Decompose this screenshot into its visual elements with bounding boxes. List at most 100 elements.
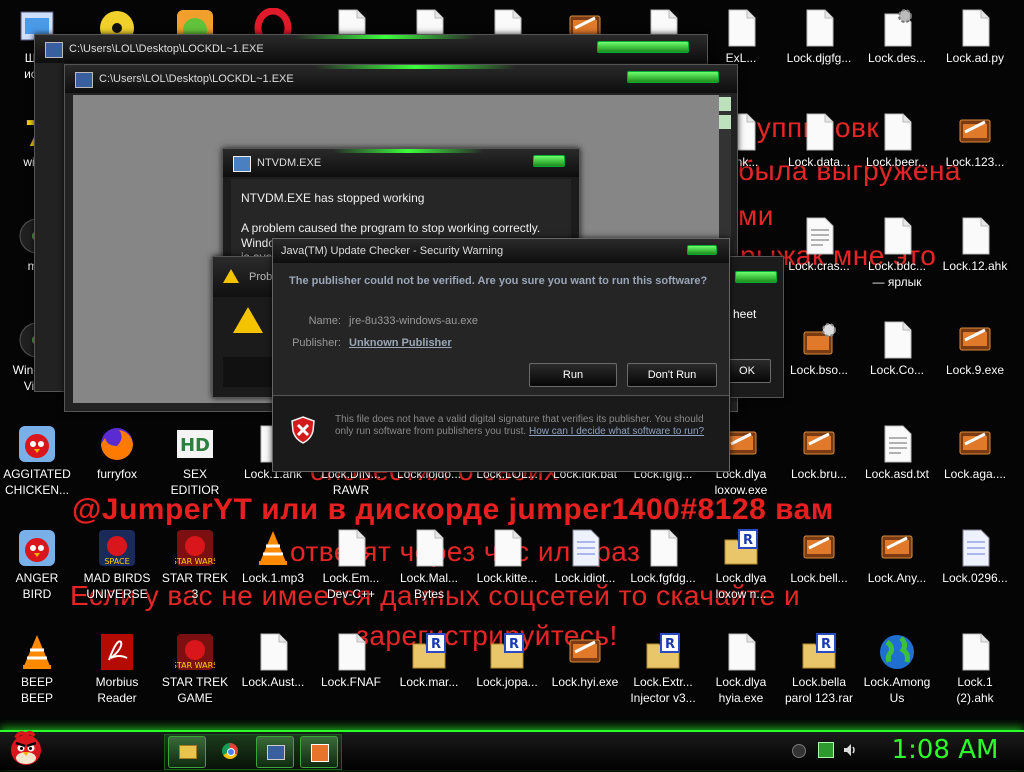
desktop-icon[interactable]: ANGER BIRD (0, 524, 76, 624)
desktop-icon-label: Lock.Extr... Injector v3... (630, 675, 696, 705)
desktop-icon[interactable]: Lock.fgfdg... (624, 524, 702, 624)
doc-icon (799, 216, 839, 256)
desktop-icon[interactable]: Lock.Em... Dev-C++ (312, 524, 390, 624)
desktop-icon[interactable]: Lock.1.mp3 (234, 524, 312, 624)
chrome-taskbar-button[interactable] (212, 736, 248, 766)
page-icon (955, 528, 995, 568)
desktop-icon[interactable]: Lock.beer... (858, 108, 936, 208)
dont-run-button[interactable]: Don't Run (627, 363, 717, 387)
desktop-icon[interactable]: R Lock.Extr... Injector v3... (624, 628, 702, 728)
desktop-icon[interactable]: Lock.aga.... (936, 420, 1014, 520)
pdf-icon (97, 632, 137, 672)
desktop-icon[interactable]: Lock.Aust... (234, 628, 312, 728)
desktop-icon-label: Lock.djgfg... (786, 51, 852, 65)
desktop-icon-label: AGGITATED CHICKEN... (3, 467, 71, 497)
clock[interactable]: 1:08 AM (870, 732, 1020, 768)
desktop-icon[interactable]: Lock.9.exe (936, 316, 1014, 416)
svg-text:R: R (431, 637, 441, 652)
publisher-link[interactable]: Unknown Publisher (349, 337, 452, 349)
network-icon[interactable] (818, 742, 834, 758)
show-hidden-icons[interactable] (792, 744, 806, 758)
desktop-icon[interactable]: Lock.bru... (780, 420, 858, 520)
title-bar[interactable]: Java(TM) Update Checker - Security Warni… (273, 239, 729, 263)
desktop-icon[interactable]: Lock.Co... (858, 316, 936, 416)
file-icon (877, 112, 917, 152)
volume-icon[interactable] (842, 742, 858, 758)
vlc-icon (17, 632, 57, 672)
title-bar[interactable]: C:\Users\LOL\Desktop\LOCKDL~1.EXE (65, 65, 737, 93)
console-icon (267, 745, 285, 760)
desktop-icon[interactable]: STAR WARS STAR TREK 3 (156, 524, 234, 624)
window-title: C:\Users\LOL\Desktop\LOCKDL~1.EXE (69, 43, 264, 55)
desktop-icon[interactable]: Lock.123... (936, 108, 1014, 208)
desktop-icon[interactable]: Lock.Any... (858, 524, 936, 624)
desktop-icon[interactable]: Lock.asd.txt (858, 420, 936, 520)
scroll-up-button[interactable] (719, 97, 731, 111)
name-value: jre-8u333-windows-au.exe (349, 315, 479, 327)
desktop-icon[interactable]: R Lock.dlya loxow n... (702, 524, 780, 624)
desktop-icon[interactable]: Lock.hyi.exe (546, 628, 624, 728)
desktop-icon[interactable]: Lock.des... (858, 4, 936, 104)
desktop-icon[interactable]: Lock.cras... (780, 212, 858, 312)
explorer-taskbar-button[interactable] (168, 736, 206, 768)
title-bar[interactable]: NTVDM.EXE (223, 149, 579, 177)
desktop-icon[interactable]: Lock.FNAF (312, 628, 390, 728)
lockdl-taskbar-button[interactable] (256, 736, 294, 768)
desktop-icon-label: Lock.12.ahk (942, 259, 1008, 273)
desktop-icon[interactable]: Lock.ad.py (936, 4, 1014, 104)
desktop-icon[interactable]: Lock.bso... (780, 316, 858, 416)
desktop-icon[interactable]: Lock.idiot... (546, 524, 624, 624)
window-controls[interactable] (627, 71, 719, 83)
ok-button[interactable]: OK (723, 359, 771, 383)
desktop-icon[interactable]: Lock.data... (780, 108, 858, 208)
svg-text:R: R (743, 533, 753, 548)
how-decide-link[interactable]: How can I decide what software to run? (529, 426, 704, 437)
desktop-icon[interactable]: Lock.0296... (936, 524, 1014, 624)
scroll-thumb[interactable] (719, 115, 731, 129)
desktop-icon[interactable]: Lock.djgfg... (780, 4, 858, 104)
desktop-icon[interactable]: R Lock.mar... (390, 628, 468, 728)
desktop-icon[interactable]: Lock.bdc... — ярлык (858, 212, 936, 312)
desktop-icon[interactable]: BEEP BEEP (0, 628, 76, 728)
desktop-icon[interactable]: Lock.kitte... (468, 524, 546, 624)
gear-file-icon (877, 8, 917, 48)
space-icon: SPACE (97, 528, 137, 568)
java-security-dialog[interactable]: Java(TM) Update Checker - Security Warni… (272, 238, 730, 472)
window-controls[interactable] (597, 41, 689, 53)
desktop-icon[interactable]: Lock.1 (2).ahk (936, 628, 1014, 728)
title-bar[interactable]: Prob (213, 257, 275, 297)
desktop-icon-label: Lock.Co... (869, 363, 925, 377)
desktop-icon[interactable]: SPACE MAD BIRDS UNIVERSE (78, 524, 156, 624)
desktop-icon-label: Lock.kitte... (476, 571, 538, 585)
close-button[interactable] (735, 271, 777, 283)
angry-bird-icon (11, 730, 41, 765)
desktop-icon-label: Lock.dlya hyia.exe (715, 675, 767, 705)
desktop-icon-label: Lock.bdc... — ярлык (867, 259, 927, 289)
desktop-icon[interactable]: HD SEX EDITIOR (156, 420, 234, 520)
desktop-icon[interactable]: Lock.bell... (780, 524, 858, 624)
window-title: Java(TM) Update Checker - Security Warni… (281, 245, 504, 257)
desktop-icon[interactable]: Lock.Mal... Bytes (390, 524, 468, 624)
desktop-icon[interactable]: R Lock.bella parol 123.rar (780, 628, 858, 728)
start-button[interactable] (6, 728, 46, 768)
desktop-icon-label: Lock.fgfdg... (630, 571, 696, 585)
desktop-icon[interactable]: Lock.12.ahk (936, 212, 1014, 312)
taskbar: 1:08 AM (0, 730, 1024, 770)
desktop-icon-label: Lock.Mal... Bytes (399, 571, 459, 601)
file-icon (877, 216, 917, 256)
warning-icon (233, 307, 263, 333)
run-button[interactable]: Run (529, 363, 617, 387)
desktop-icon[interactable]: STAR WARS STAR TREK GAME (156, 628, 234, 728)
desktop-icon[interactable]: Morbius Reader (78, 628, 156, 728)
desktop-icon[interactable]: R Lock.jopa... (468, 628, 546, 728)
close-button[interactable] (533, 155, 565, 167)
desktop-icon[interactable]: Lock.dlya hyia.exe (702, 628, 780, 728)
desktop-icon[interactable]: Lock.Among Us (858, 628, 936, 728)
desktop-icon-label: Lock.dlya loxow n... (715, 571, 767, 601)
desktop-icon[interactable]: AGGITATED CHICKEN... (0, 420, 76, 520)
desktop-icon-label: Lock.Aust... (241, 675, 305, 689)
script-taskbar-button[interactable] (300, 736, 338, 768)
desktop-icon[interactable]: furryfox (78, 420, 156, 520)
close-button[interactable] (687, 245, 717, 255)
title-bar[interactable]: C:\Users\LOL\Desktop\LOCKDL~1.EXE (35, 35, 707, 63)
